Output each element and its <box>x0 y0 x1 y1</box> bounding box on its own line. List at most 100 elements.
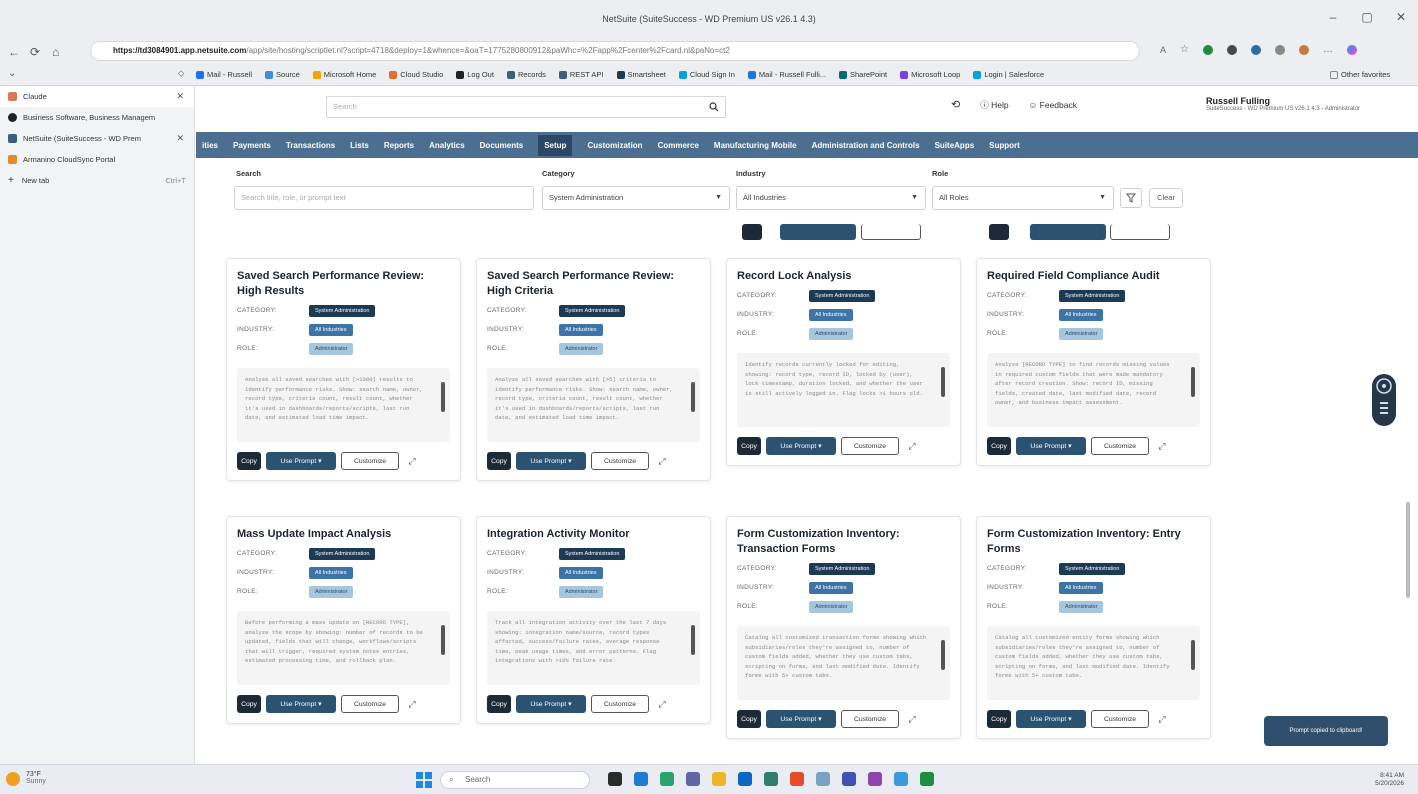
customize-button[interactable]: Customize <box>841 710 899 728</box>
customize-button[interactable]: Customize <box>841 437 899 455</box>
bookmark-item[interactable]: Cloud Sign In <box>678 70 735 79</box>
user-menu[interactable]: Russell Fulling SuiteSuccess - WD Premiu… <box>1206 96 1360 112</box>
nav-item[interactable]: Administration and Controls <box>812 141 920 150</box>
windows-start-icon[interactable] <box>416 772 432 788</box>
copilot-icon[interactable] <box>1346 44 1357 55</box>
customize-button[interactable] <box>1110 224 1170 240</box>
nav-item[interactable]: Commerce <box>658 141 699 150</box>
prompt-text-area[interactable]: Catalog all customized transaction forms… <box>737 626 950 700</box>
app-icon[interactable] <box>920 772 934 786</box>
close-tab-icon[interactable]: ✕ <box>176 133 184 144</box>
maximize-button[interactable]: ▢ <box>1350 10 1384 24</box>
scrollbar[interactable] <box>941 359 945 419</box>
bookmark-item[interactable]: Mail - Russell <box>196 70 252 79</box>
url-bar[interactable]: https://td3084901.app.netsuite.com/app/s… <box>90 41 1140 61</box>
customize-button[interactable]: Customize <box>341 452 399 470</box>
industry-select[interactable]: All Industries ▼ <box>736 186 926 210</box>
outlook-icon[interactable] <box>738 772 752 786</box>
nav-item[interactable]: Payments <box>233 141 271 150</box>
bookmark-item[interactable]: Cloud Studio <box>389 70 443 79</box>
use-prompt-button[interactable]: Use Prompt ▾ <box>266 452 336 470</box>
scrollbar[interactable] <box>441 617 445 677</box>
app-icon[interactable] <box>842 772 856 786</box>
vscode-icon[interactable] <box>634 772 648 786</box>
scrollbar[interactable] <box>441 374 445 434</box>
favorite-star-icon[interactable]: ☆ <box>1180 44 1189 55</box>
floating-help-widget[interactable] <box>1372 374 1396 426</box>
customize-button[interactable] <box>861 224 921 240</box>
expand-icon[interactable]: ⤢ <box>654 695 670 713</box>
system-clock[interactable]: 8:41 AM 5/20/2026 <box>1375 772 1404 788</box>
copy-button[interactable]: Copy <box>987 710 1011 728</box>
use-prompt-button[interactable]: Use Prompt ▾ <box>516 452 586 470</box>
feedback-link[interactable]: ☺ Feedback <box>1029 100 1077 110</box>
scrollbar[interactable] <box>941 632 945 692</box>
prompt-text-area[interactable]: Catalog all customized entity forms show… <box>987 626 1200 700</box>
extension-icon[interactable] <box>1226 44 1237 55</box>
copy-button[interactable]: Copy <box>487 695 511 713</box>
copy-button[interactable]: Copy <box>237 452 261 470</box>
role-select[interactable]: All Roles ▼ <box>932 186 1114 210</box>
scrollbar[interactable] <box>1191 359 1195 419</box>
more-menu-icon[interactable]: … <box>1323 44 1333 55</box>
bookmark-item[interactable]: REST API <box>558 70 604 79</box>
bookmark-item[interactable]: Source <box>265 70 300 79</box>
scrollbar[interactable] <box>1191 632 1195 692</box>
nav-item[interactable]: Analytics <box>429 141 465 150</box>
browser-tab[interactable]: NetSuite (SuiteSuccess - WD Prem ✕ <box>0 128 194 149</box>
customize-button[interactable]: Customize <box>591 695 649 713</box>
nav-item-setup[interactable]: Setup <box>538 134 573 156</box>
weather-widget[interactable]: 73°F Sunny <box>26 771 46 785</box>
bookmark-item[interactable]: Records <box>506 70 546 79</box>
bookmark-item[interactable]: Microsoft Home <box>312 70 376 79</box>
back-icon[interactable]: ← <box>8 45 20 59</box>
use-prompt-button[interactable]: Use Prompt ▾ <box>766 710 836 728</box>
global-search-input[interactable]: Search <box>326 96 726 118</box>
page-scrollbar[interactable] <box>1404 166 1412 764</box>
use-prompt-button[interactable]: Use Prompt ▾ <box>1016 437 1086 455</box>
scrollbar[interactable] <box>691 374 695 434</box>
bookmark-item[interactable]: SharePoint <box>839 70 887 79</box>
file-explorer-icon[interactable] <box>712 772 726 786</box>
browser-tab[interactable]: Armanino CloudSync Portal <box>0 149 194 170</box>
use-prompt-button[interactable]: Use Prompt ▾ <box>266 695 336 713</box>
copy-button[interactable] <box>742 224 762 240</box>
use-prompt-button[interactable] <box>1030 224 1106 240</box>
copy-button[interactable]: Copy <box>987 437 1011 455</box>
other-favorites[interactable]: Other favorites <box>1330 70 1390 79</box>
extension-icon[interactable] <box>1202 44 1213 55</box>
minimize-button[interactable]: – <box>1316 10 1350 24</box>
prompt-text-area[interactable]: Analyze [RECORD TYPE] to find records mi… <box>987 353 1200 427</box>
use-prompt-button[interactable]: Use Prompt ▾ <box>766 437 836 455</box>
customize-button[interactable]: Customize <box>591 452 649 470</box>
split-screen-icon[interactable] <box>1274 44 1285 55</box>
prompt-text-area[interactable]: Identify records currently locked for ed… <box>737 353 950 427</box>
nav-item[interactable]: Documents <box>480 141 524 150</box>
close-window-button[interactable]: ✕ <box>1384 10 1418 24</box>
recent-records-icon[interactable]: ⟲ <box>951 98 960 111</box>
expand-icon[interactable]: ⤢ <box>404 452 420 470</box>
bookmark-item[interactable]: Mail - Russell Fulli... <box>747 70 826 79</box>
home-icon[interactable]: ⌂ <box>52 45 59 59</box>
copy-button[interactable]: Copy <box>737 437 761 455</box>
customize-button[interactable]: Customize <box>1091 437 1149 455</box>
read-aloud-icon[interactable]: A <box>1160 45 1166 55</box>
nav-item[interactable]: Support <box>989 141 1020 150</box>
expand-icon[interactable]: ⤢ <box>1154 437 1170 455</box>
bookmark-item[interactable]: Login | Salesforce <box>973 70 1044 79</box>
use-prompt-button[interactable]: Use Prompt ▾ <box>1016 710 1086 728</box>
task-view-icon[interactable] <box>608 772 622 786</box>
profile-avatar[interactable] <box>1298 44 1309 55</box>
clear-button[interactable]: Clear <box>1149 188 1183 208</box>
notepad-icon[interactable] <box>816 772 830 786</box>
prompt-text-area[interactable]: Track all integration activity over the … <box>487 611 700 685</box>
expand-icon[interactable]: ⤢ <box>904 710 920 728</box>
copy-button[interactable]: Copy <box>737 710 761 728</box>
extension-icon[interactable] <box>1250 44 1261 55</box>
prompt-text-area[interactable]: Analyze all saved searches with [>5] cri… <box>487 368 700 442</box>
browser-tab[interactable]: Business Software, Business Managem <box>0 107 194 128</box>
prompt-text-area[interactable]: Before performing a mass update on [RECO… <box>237 611 450 685</box>
prompt-search-input[interactable]: Search title, role, or prompt text <box>234 186 534 210</box>
scrollbar[interactable] <box>691 617 695 677</box>
use-prompt-button[interactable]: Use Prompt ▾ <box>516 695 586 713</box>
